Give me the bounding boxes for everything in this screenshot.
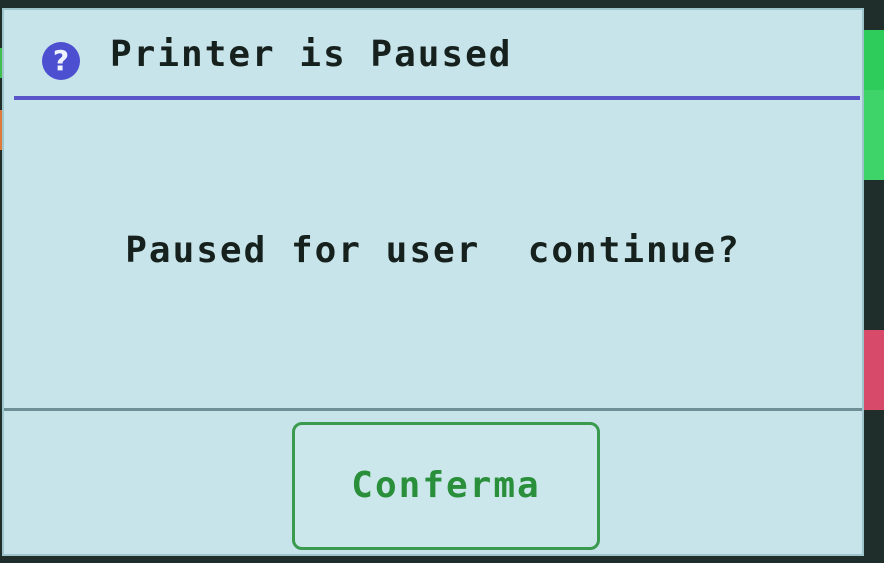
title-divider: [14, 96, 860, 100]
dialog-message: Paused for user continue?: [125, 230, 741, 271]
help-icon: ?: [42, 42, 80, 80]
confirm-button[interactable]: Conferma: [292, 422, 600, 550]
background-edge-strip: [864, 330, 884, 410]
dialog-title: Printer is Paused: [110, 34, 513, 75]
printer-screen: ? Printer is Paused Paused for user cont…: [0, 0, 884, 563]
background-edge-strip: [864, 30, 884, 90]
footer-divider: [4, 408, 862, 411]
background-edge-strip: [864, 90, 884, 180]
pause-dialog: ? Printer is Paused Paused for user cont…: [2, 8, 864, 556]
dialog-title-bar: ? Printer is Paused: [4, 10, 862, 98]
